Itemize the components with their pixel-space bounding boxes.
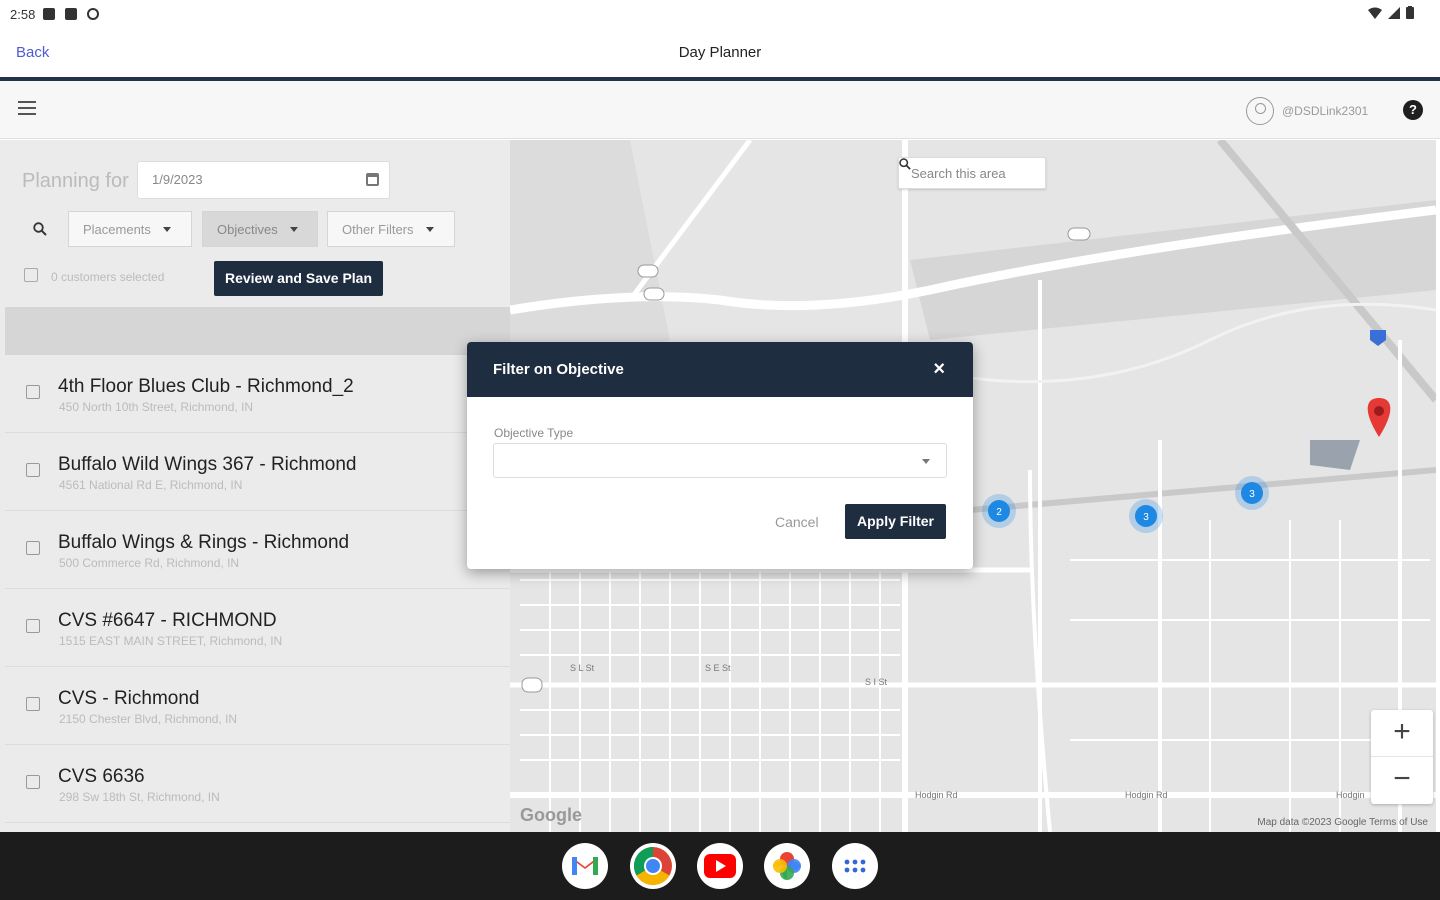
dnd-icon [87, 8, 100, 20]
customer-address: 500 Commerce Rd, Richmond, IN [59, 556, 240, 570]
list-item[interactable]: Buffalo Wild Wings 367 - Richmond 4561 N… [5, 433, 510, 511]
notification-icon [43, 8, 56, 20]
review-save-plan-button[interactable]: Review and Save Plan [214, 261, 383, 296]
cancel-button[interactable]: Cancel [775, 514, 819, 530]
list-item[interactable]: CVS - Richmond 2150 Chester Blvd, Richmo… [5, 667, 510, 745]
apply-filter-button[interactable]: Apply Filter [845, 504, 946, 539]
customer-checkbox[interactable] [26, 385, 40, 399]
road-label: S L St [570, 663, 595, 673]
app-drawer-icon[interactable] [832, 843, 878, 889]
customer-address: 450 North 10th Street, Richmond, IN [59, 400, 254, 414]
list-item[interactable]: CVS #6647 - RICHMOND 1515 EAST MAIN STRE… [5, 589, 510, 667]
dialog-title: Filter on Objective [493, 361, 624, 378]
planner-panel: Planning for 1/9/2023 Placements Objecti… [0, 140, 510, 832]
road-label: Hodgin [1336, 790, 1365, 800]
objective-type-select[interactable] [493, 443, 947, 478]
photos-icon[interactable] [764, 843, 810, 889]
customer-checkbox[interactable] [26, 697, 40, 711]
date-value: 1/9/2023 [152, 172, 203, 187]
customer-name: CVS 6636 [58, 766, 145, 787]
zoom-out-button[interactable]: − [1371, 757, 1433, 804]
search-this-area-button[interactable]: Search this area [898, 157, 1046, 189]
date-field[interactable]: 1/9/2023 [137, 161, 390, 199]
road-label: Hodgin Rd [915, 790, 958, 800]
username: @DSDLink2301 [1282, 104, 1369, 118]
customer-name: Buffalo Wild Wings 367 - Richmond [58, 454, 357, 475]
chrome-icon[interactable] [630, 843, 676, 889]
road-label: Hodgin Rd [1125, 790, 1168, 800]
account-menu[interactable]: @DSDLink2301 [1246, 97, 1368, 125]
placements-filter-button[interactable]: Placements [68, 211, 192, 247]
filter-objective-dialog: Filter on Objective × Objective Type Can… [467, 342, 973, 569]
gmail-icon[interactable] [562, 843, 608, 889]
customer-name: CVS #6647 - RICHMOND [58, 610, 277, 631]
list-header-band [5, 307, 510, 355]
app-dock [0, 832, 1440, 900]
search-icon [899, 158, 911, 170]
chevron-down-icon [289, 226, 298, 232]
other-filters-label: Other Filters [342, 221, 414, 237]
list-item[interactable]: 4th Floor Blues Club - Richmond_2 450 No… [5, 355, 510, 433]
customer-address: 1515 EAST MAIN STREET, Richmond, IN [59, 634, 283, 648]
signal-icon [1388, 6, 1400, 19]
wifi-icon [1368, 7, 1382, 19]
google-logo: Google [520, 805, 582, 825]
objective-type-label: Objective Type [494, 426, 574, 440]
cluster-marker[interactable]: 3 [1129, 499, 1163, 533]
objectives-filter-label: Objectives [217, 221, 278, 237]
app-toolbar: @DSDLink2301 ? [0, 81, 1440, 139]
search-icon[interactable] [33, 222, 47, 236]
customer-list: 4th Floor Blues Club - Richmond_2 450 No… [5, 355, 510, 823]
map-attribution[interactable]: Map data ©2023 Google Terms of Use [1257, 817, 1428, 828]
other-filters-button[interactable]: Other Filters [327, 211, 455, 247]
avatar [1246, 97, 1274, 125]
cluster-count: 2 [996, 507, 1002, 518]
close-icon[interactable]: × [933, 358, 945, 381]
customers-selected-count: 0 customers selected [51, 270, 165, 284]
customer-address: 298 Sw 18th St, Richmond, IN [59, 790, 220, 804]
cluster-marker[interactable]: 2 [982, 494, 1016, 528]
customer-checkbox[interactable] [26, 463, 40, 477]
road-label: S I St [865, 677, 888, 687]
status-time: 2:58 [10, 6, 36, 22]
placements-filter-label: Placements [83, 221, 151, 237]
chevron-down-icon [425, 226, 434, 232]
sim-icon [65, 8, 78, 20]
zoom-in-button[interactable]: + [1371, 710, 1433, 757]
customer-checkbox[interactable] [26, 775, 40, 789]
cluster-count: 3 [1143, 512, 1149, 523]
chevron-down-icon [162, 226, 171, 232]
cluster-count: 3 [1249, 489, 1255, 500]
search-this-area-label: Search this area [911, 165, 1006, 181]
select-all-checkbox[interactable] [24, 268, 38, 282]
menu-icon[interactable] [18, 101, 36, 115]
dialog-header: Filter on Objective × [467, 342, 973, 397]
objectives-filter-button[interactable]: Objectives [202, 211, 318, 247]
status-bar: 2:58 [0, 0, 1440, 28]
planning-for-label: Planning for [22, 170, 129, 192]
list-item[interactable]: CVS 6636 298 Sw 18th St, Richmond, IN [5, 745, 510, 823]
customer-name: 4th Floor Blues Club - Richmond_2 [58, 376, 354, 397]
battery-icon [1406, 6, 1414, 19]
road-label: S E St [705, 663, 731, 673]
customer-address: 2150 Chester Blvd, Richmond, IN [59, 712, 238, 726]
customer-address: 4561 National Rd E, Richmond, IN [59, 478, 243, 492]
page-title: Day Planner [678, 44, 762, 61]
customer-name: Buffalo Wings & Rings - Richmond [58, 532, 350, 553]
app-header: Back Day Planner [0, 28, 1440, 78]
customer-checkbox[interactable] [26, 541, 40, 555]
cluster-marker[interactable]: 3 [1235, 476, 1269, 510]
list-item[interactable]: Buffalo Wings & Rings - Richmond 500 Com… [5, 511, 510, 589]
help-icon[interactable]: ? [1403, 100, 1423, 120]
customer-name: CVS - Richmond [58, 688, 200, 709]
youtube-icon[interactable] [697, 843, 743, 889]
chevron-down-icon [922, 459, 930, 464]
zoom-controls: + − [1371, 710, 1433, 804]
customer-checkbox[interactable] [26, 619, 40, 633]
calendar-icon[interactable] [366, 173, 379, 186]
